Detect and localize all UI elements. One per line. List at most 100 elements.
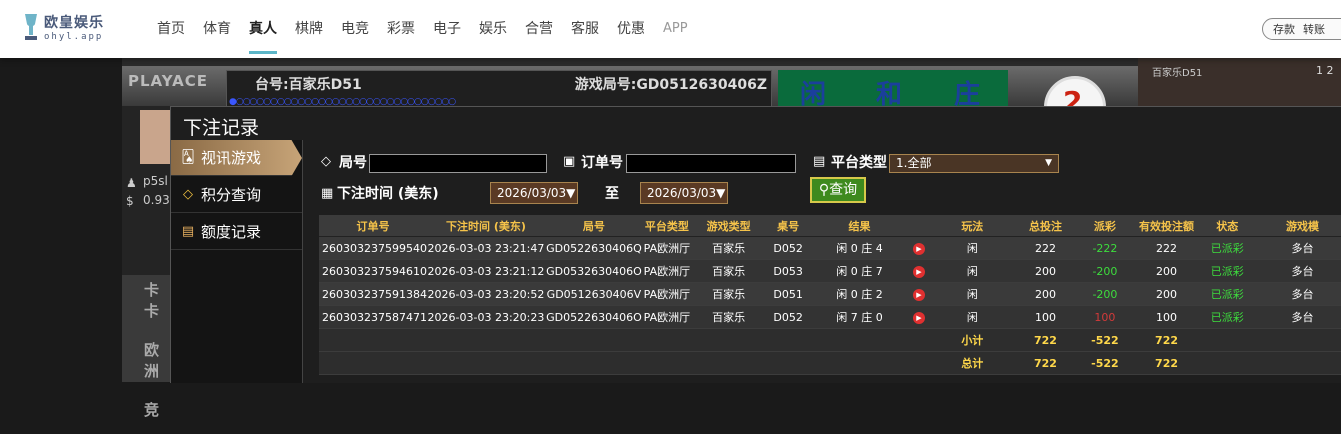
- table-header-row: 订单号 下注时间 (美东) 局号 平台类型 游戏类型 桌号 结果 玩法 总投注 …: [319, 215, 1341, 237]
- balance-short: 0.93: [143, 193, 170, 207]
- cell-bet: 200: [1015, 259, 1076, 283]
- nav-entertainment[interactable]: 娱乐: [470, 18, 516, 42]
- table-row[interactable]: 260303237591384 2026-03-03 23:20:52 GD05…: [319, 282, 1341, 306]
- col-play: 玩法: [928, 215, 1016, 237]
- cell-round: GD0522630406O: [544, 305, 643, 329]
- site-logo[interactable]: 欧皇娱乐 ohyl.app: [22, 10, 112, 50]
- nav-cards[interactable]: 棋牌: [286, 18, 332, 42]
- cell-play: 闲: [928, 305, 1016, 329]
- subtotal-row: 小计 722 -522 722: [319, 328, 1341, 352]
- left-menu-item[interactable]: 竞: [122, 395, 170, 434]
- deposit-link[interactable]: 存款: [1273, 23, 1295, 36]
- cell-bet: 222: [1015, 236, 1076, 260]
- cell-status: 已派彩: [1198, 259, 1256, 283]
- to-label: 至: [605, 186, 619, 202]
- bet-time-label: 下注时间 (美东): [337, 186, 439, 202]
- date-to-value: 2026/03/03: [647, 186, 717, 200]
- cell-time: 2026-03-03 23:20:52: [426, 282, 545, 306]
- play-icon[interactable]: ▶: [912, 266, 925, 278]
- game-round-label: 游戏局号:GD0512630406Z: [574, 77, 767, 93]
- cell-replay[interactable]: ▶: [909, 259, 929, 283]
- username-short: p5sl: [143, 174, 168, 188]
- platform-select[interactable]: 1.全部 ▼: [889, 154, 1059, 173]
- side-table-preview: 百家乐D51 1 2: [1138, 58, 1341, 106]
- caret-down-icon: ▼: [566, 186, 576, 200]
- order-input[interactable]: [626, 154, 796, 173]
- cell-game: 百家乐: [690, 282, 767, 306]
- bet-area[interactable]: 闲 和 庄: [778, 70, 1008, 110]
- cell-platform: PA欧洲厅: [642, 259, 691, 283]
- cell-payout: 100: [1075, 305, 1135, 329]
- cell-platform: PA欧洲厅: [642, 236, 691, 260]
- cards-icon: 🂡: [181, 150, 195, 165]
- table-row[interactable]: 260303237587471 2026-03-03 23:20:23 GD05…: [319, 305, 1341, 329]
- transfer-link[interactable]: 转账: [1303, 23, 1325, 36]
- cell-replay[interactable]: ▶: [909, 236, 929, 260]
- cell-status: 已派彩: [1198, 236, 1256, 260]
- sidebar-item-label: 视讯游戏: [201, 149, 262, 167]
- sidebar-item-credit[interactable]: ▤ 额度记录: [171, 214, 302, 250]
- col-desk: 桌号: [766, 215, 811, 237]
- nav-esports[interactable]: 电竞: [332, 18, 378, 42]
- cell-payout: -222: [1075, 236, 1135, 260]
- bet-records-table: 订单号 下注时间 (美东) 局号 平台类型 游戏类型 桌号 结果 玩法 总投注 …: [319, 215, 1341, 375]
- table-row[interactable]: 260303237599540 2026-03-03 23:21:47 GD05…: [319, 236, 1341, 260]
- col-payout: 派彩: [1075, 215, 1135, 237]
- cell-bet: 200: [1015, 282, 1076, 306]
- cell-order: 260303237587471: [319, 305, 427, 329]
- cell-play: 闲: [928, 259, 1016, 283]
- cell-desk: D051: [766, 282, 811, 306]
- sidebar-item-points[interactable]: ◇ 积分查询: [171, 177, 302, 213]
- round-input[interactable]: [369, 154, 547, 173]
- cell-mode: 多台: [1256, 305, 1341, 329]
- col-platform: 平台类型: [642, 215, 691, 237]
- query-button-label: 查询: [829, 182, 858, 198]
- date-from-picker[interactable]: 2026/03/03▼: [490, 182, 578, 204]
- date-to-picker[interactable]: 2026/03/03▼: [640, 182, 728, 204]
- total-payout: -522: [1075, 351, 1135, 375]
- side-table-label: 百家乐D51: [1152, 68, 1203, 79]
- col-round: 局号: [544, 215, 643, 237]
- nav-sports[interactable]: 体育: [194, 18, 240, 42]
- cell-platform: PA欧洲厅: [642, 282, 691, 306]
- col-bet-time: 下注时间 (美东): [426, 215, 545, 237]
- table-row[interactable]: 260303237594610 2026-03-03 23:21:12 GD05…: [319, 259, 1341, 283]
- cell-payout: -200: [1075, 282, 1135, 306]
- cell-order: 260303237599540: [319, 236, 427, 260]
- search-icon: ⚲: [818, 182, 830, 198]
- left-game-menu: 卡卡 欧洲 竞: [122, 275, 170, 419]
- cell-result: 闲 0 庄 7: [810, 259, 910, 283]
- nav-slots[interactable]: 电子: [424, 18, 470, 42]
- cell-mode: 多台: [1256, 282, 1341, 306]
- diamond-icon: ◇: [183, 187, 193, 202]
- col-game-mode: 游戏模: [1256, 215, 1341, 237]
- nav-partner[interactable]: 合营: [516, 18, 562, 42]
- nav-home[interactable]: 首页: [148, 18, 194, 42]
- sidebar-item-live-games[interactable]: 🂡 视讯游戏: [171, 140, 302, 176]
- nav-lottery[interactable]: 彩票: [378, 18, 424, 42]
- play-icon[interactable]: ▶: [912, 243, 925, 255]
- query-button[interactable]: ⚲查询: [810, 177, 866, 203]
- left-menu-item[interactable]: 卡卡: [122, 275, 170, 335]
- nav-app[interactable]: APP: [654, 18, 697, 42]
- cell-replay[interactable]: ▶: [909, 305, 929, 329]
- caret-down-icon: ▼: [716, 186, 726, 200]
- bet-records-modal: 下注记录 🂡 视讯游戏 ◇ 积分查询 ▤ 额度记录 ◇ 局号 ▣ 订单号 ▤ 平台类型…: [170, 106, 1341, 383]
- nav-live-casino[interactable]: 真人: [240, 18, 286, 54]
- cell-replay[interactable]: ▶: [909, 282, 929, 306]
- sidebar-item-label: 积分查询: [201, 186, 262, 204]
- provider-logo: PLAYACE: [128, 72, 209, 90]
- col-valid-bet: 有效投注额: [1134, 215, 1199, 237]
- subtotal-payout: -522: [1075, 328, 1135, 352]
- cell-platform: PA欧洲厅: [642, 305, 691, 329]
- total-valid: 722: [1134, 351, 1199, 375]
- play-icon[interactable]: ▶: [912, 289, 925, 301]
- cell-game: 百家乐: [690, 259, 767, 283]
- nav-promotions[interactable]: 优惠: [608, 18, 654, 42]
- left-menu-item[interactable]: 欧洲: [122, 335, 170, 395]
- play-icon[interactable]: ▶: [912, 312, 925, 324]
- nav-support[interactable]: 客服: [562, 18, 608, 42]
- game-table-info: 台号:百家乐D51 游戏局号:GD0512630406Z ●○○○○○○○○○○…: [226, 70, 772, 108]
- cell-result: 闲 0 庄 2: [810, 282, 910, 306]
- user-icon: ♟: [126, 176, 137, 190]
